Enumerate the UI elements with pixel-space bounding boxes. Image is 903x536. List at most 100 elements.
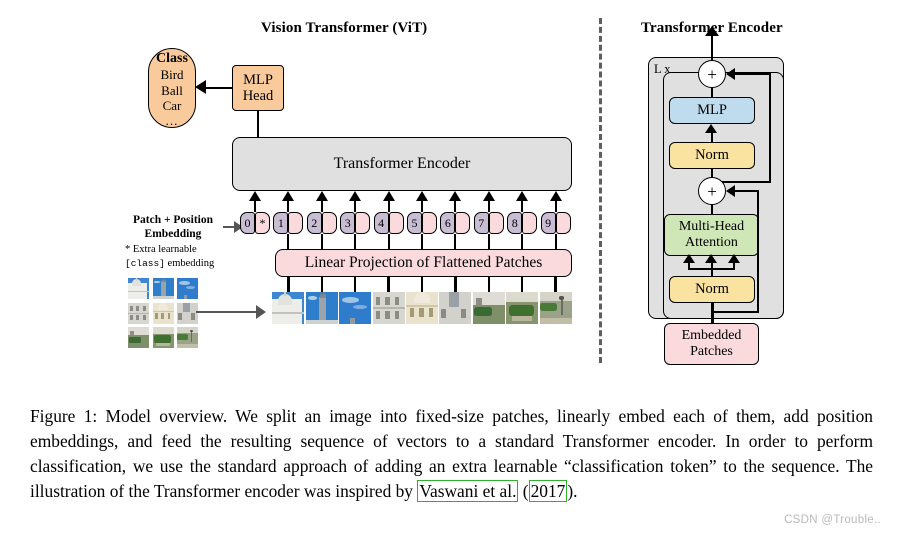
projection-up-line-4 [387,234,390,250]
cloud [307,295,318,300]
token-arrow-stem-4 [387,200,390,212]
projection-up-line-8 [521,234,524,250]
patch-position-embedding-label: Patch + Position Embedding [123,214,223,241]
pavement [539,317,572,324]
embedded-patches-to-norm-line [711,302,714,324]
class-title: Class [156,51,188,67]
token-9: 9 [540,212,571,234]
token-arrow-head-0 [249,191,261,201]
encoder-mlp-block: MLP [669,97,755,124]
cloud [153,280,161,284]
patch-up-line-2 [320,277,323,292]
class-item-car: Car [162,97,182,113]
mlp-to-encoder-line [257,111,259,137]
embedded-patches-block: Embedded Patches [664,323,759,365]
upper-skip-vertical [769,74,772,182]
token-position-8: 8 [507,212,523,234]
token-arrow-head-4 [382,191,395,201]
encoder-norm-lower-block: Norm [669,276,755,303]
entablature [406,305,438,308]
patch-up-line-9 [554,277,557,292]
door [475,298,482,306]
window-bot-0 [130,314,134,321]
window2-0 [178,313,182,320]
lamp-head [190,329,193,333]
finial [135,278,137,281]
encoder-norm-lower-label: Norm [695,281,729,298]
class-item-bird: Bird [160,67,184,83]
citation-open-paren: ( [518,481,529,501]
source-patch-r1c1 [152,302,174,324]
lamp-head [559,296,564,300]
token-arrow-stem-1 [287,200,290,212]
class-output-capsule: Class Bird Ball Car ... [148,48,196,128]
window-2 [167,313,171,319]
hedge [129,336,141,343]
cloud-b [353,304,368,310]
flattened-patch-4 [372,292,405,324]
source-patch-r1c0 [128,302,149,324]
transformer-encoder-label: Transformer Encoder [333,155,471,173]
cornice [128,291,149,293]
patch-up-line-3 [354,277,357,292]
upper-skip-arrowhead [726,68,735,80]
embedded-patches-line1: Embedded [681,328,742,344]
token-patch-1 [288,212,304,234]
window-0 [155,313,158,319]
token-position-6: 6 [440,212,456,234]
linear-projection-label: Linear Projection of Flattened Patches [304,254,543,272]
source-patch-r2c2 [177,327,198,348]
token-patch-6 [455,212,471,234]
cloud-a [342,297,359,303]
encoder-norm-upper-block: Norm [669,142,755,169]
token-position-0: 0 [240,212,255,234]
norm-to-mlp-arrowhead [705,124,717,133]
cloud-a [179,281,190,286]
token-arrow-head-7 [482,191,495,201]
embedding-label-line2: Embedding [144,227,202,240]
lamp-post [560,297,563,316]
token-0: 0 * [240,212,270,234]
source-patch-r2c1 [152,327,174,348]
token-arrow-stem-7 [487,200,490,212]
token-7: 7 [473,212,504,234]
flattened-patch-5 [406,292,438,324]
citation-year-link[interactable]: 2017 [528,480,568,502]
embedded-patches-line2: Patches [690,344,733,359]
projection-up-line-3 [354,234,357,250]
class-item-ball: Ball [161,82,183,98]
window-top-2 [142,305,146,312]
token-5: 5 [407,212,437,234]
encoder-output-arrowhead [705,26,719,36]
path [511,316,533,322]
residual-add-bottom-symbol: + [707,181,717,201]
entablature [152,311,174,313]
token-patch-7 [488,212,504,234]
panel-divider [599,18,602,363]
token-arrow-head-5 [416,191,428,201]
door [130,331,134,336]
flattened-patch-3 [339,292,372,324]
spire [163,278,164,280]
patch-up-line-4 [387,277,390,292]
finial [283,292,286,296]
token-patch-0: * [255,212,270,234]
token-3: 3 [340,212,371,234]
window2-0 [441,308,447,319]
token-position-3: 3 [340,212,356,234]
embedding-label-line1: Patch + Position [132,214,214,226]
figure-canvas: Vision Transformer (ViT) Transformer Enc… [0,0,903,536]
extra-learnable-note: * Extra learnable [class] embedding [125,243,235,270]
watermark: CSDN @Trouble.. [784,514,881,526]
citation-author-link[interactable]: Vaswani et al. [417,480,519,502]
transformer-encoder-block: Transformer Encoder [232,137,572,191]
window2-1 [461,308,467,319]
tower-lower [448,292,459,307]
token-arrow-head-1 [282,191,295,201]
window-top-2 [394,297,400,306]
mha-label-line1: Multi-Head [678,219,745,235]
source-patch-r2c0 [128,327,149,348]
mha-label-line2: Attention [685,235,738,250]
citation-close-paren: ). [567,481,578,501]
hedge [474,306,493,317]
